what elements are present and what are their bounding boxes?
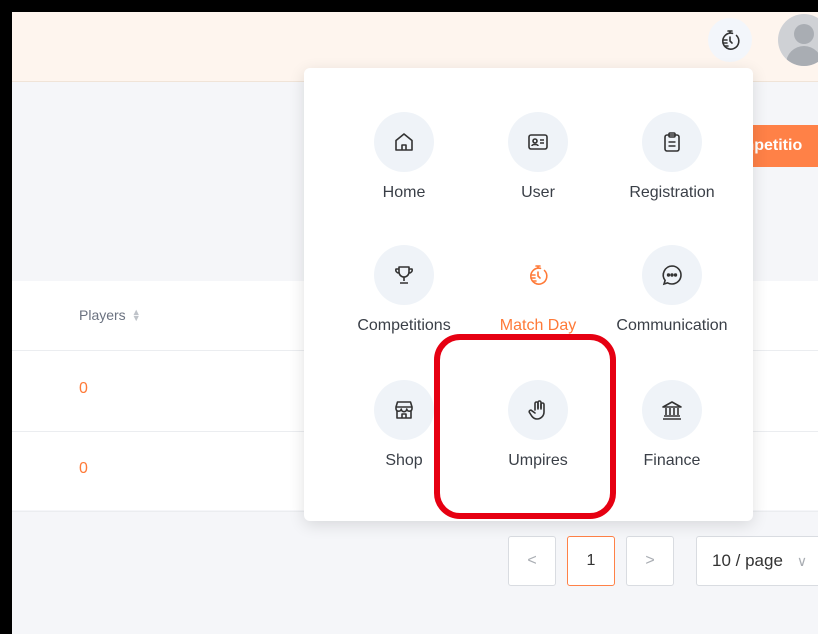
menu-item-home[interactable]: Home (337, 112, 471, 222)
hand-icon (508, 380, 568, 440)
menu-item-umpires[interactable]: Umpires (471, 380, 605, 490)
sort-icon[interactable]: ▲ ▼ (132, 308, 141, 323)
chat-icon (642, 245, 702, 305)
players-column-header[interactable]: Players ▲ ▼ (79, 307, 141, 323)
app-screen: mpetitio Players ▲ ▼ 0 0 < 1 > 10 / page … (12, 12, 818, 634)
menu-item-competitions[interactable]: Competitions (337, 245, 471, 355)
avatar-head (794, 24, 814, 44)
app-switcher-menu: Home User Registration Competitions Matc… (304, 68, 753, 521)
menu-item-label: Shop (385, 452, 423, 469)
menu-item-label: Match Day (499, 317, 577, 334)
chevron-down-icon: ∨ (796, 552, 808, 569)
page-size-value: 10 / page (712, 551, 783, 570)
prev-page-button[interactable]: < (508, 536, 556, 586)
menu-item-label: Communication (616, 317, 728, 334)
players-cell[interactable]: 0 (79, 380, 88, 398)
clipboard-icon (642, 112, 702, 172)
menu-item-finance[interactable]: Finance (605, 380, 739, 490)
column-header-label: Players (79, 307, 126, 323)
menu-item-label: Home (382, 184, 426, 201)
bank-icon (642, 380, 702, 440)
menu-item-match-day[interactable]: Match Day (471, 245, 605, 355)
page-1-button[interactable]: 1 (567, 536, 615, 586)
avatar-shoulders (786, 46, 818, 66)
page-size-select[interactable]: 10 / page ∨ (696, 536, 818, 586)
shop-icon (374, 380, 434, 440)
next-page-button[interactable]: > (626, 536, 674, 586)
menu-item-shop[interactable]: Shop (337, 380, 471, 490)
avatar[interactable] (778, 14, 818, 66)
home-icon (374, 112, 434, 172)
players-cell[interactable]: 0 (79, 460, 88, 478)
menu-item-label: Competitions (357, 317, 451, 334)
user-card-icon (508, 112, 568, 172)
stopwatch-icon (508, 245, 568, 305)
trophy-icon (374, 245, 434, 305)
menu-item-label: Umpires (508, 452, 568, 469)
menu-item-label: Finance (643, 452, 701, 469)
stopwatch-icon[interactable] (708, 18, 752, 62)
menu-item-registration[interactable]: Registration (605, 112, 739, 222)
menu-item-communication[interactable]: Communication (605, 245, 739, 355)
menu-item-user[interactable]: User (471, 112, 605, 222)
menu-item-label: Registration (629, 184, 715, 201)
menu-item-label: User (521, 184, 555, 201)
